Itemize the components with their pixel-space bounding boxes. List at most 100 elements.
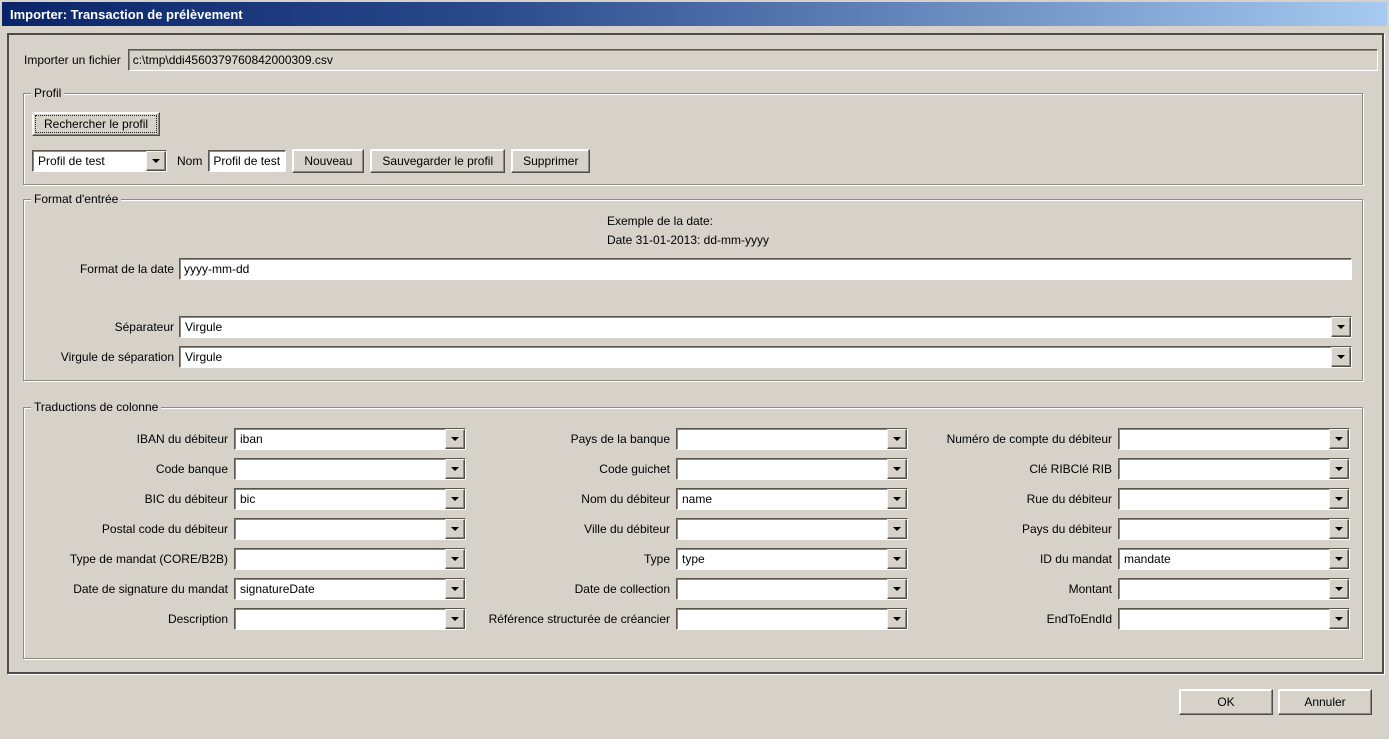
chevron-down-icon[interactable] xyxy=(445,519,465,539)
chevron-down-icon[interactable] xyxy=(1331,317,1351,337)
column-translations-groupbox: Traductions de colonne IBAN du débiteur … xyxy=(23,407,1363,659)
column-translation-select[interactable] xyxy=(1118,428,1350,450)
column-translation-label: Référence structurée de créancier xyxy=(470,612,676,626)
column-translation-select-value: iban xyxy=(235,429,465,447)
column-translation-row: Date de collection xyxy=(470,574,912,604)
chevron-down-icon[interactable] xyxy=(887,429,907,449)
column-translation-label: Clé RIBClé RIB xyxy=(912,462,1118,476)
column-translation-row: Nom du débiteur name xyxy=(470,484,912,514)
ok-button[interactable]: OK xyxy=(1179,689,1273,715)
column-translation-select[interactable] xyxy=(234,548,466,570)
chevron-down-icon[interactable] xyxy=(887,549,907,569)
chevron-down-icon[interactable] xyxy=(1329,429,1349,449)
column-translation-select[interactable] xyxy=(1118,518,1350,540)
column-translation-select[interactable] xyxy=(676,578,908,600)
chevron-down-icon[interactable] xyxy=(445,549,465,569)
chevron-down-icon[interactable] xyxy=(1331,347,1351,367)
chevron-down-icon[interactable] xyxy=(445,459,465,479)
cancel-button[interactable]: Annuler xyxy=(1278,689,1372,715)
chevron-down-icon[interactable] xyxy=(887,519,907,539)
column-translation-row: Rue du débiteur xyxy=(912,484,1354,514)
column-translation-label: Type de mandat (CORE/B2B) xyxy=(28,552,234,566)
profile-name-input[interactable] xyxy=(208,150,286,172)
chevron-down-icon[interactable] xyxy=(1329,609,1349,629)
chevron-down-icon[interactable] xyxy=(887,459,907,479)
chevron-down-icon[interactable] xyxy=(887,489,907,509)
column-translation-select[interactable] xyxy=(676,428,908,450)
comma-separator-label: Virgule de séparation xyxy=(24,350,179,364)
import-file-row: Importer un fichier xyxy=(24,49,1378,71)
search-profile-button[interactable]: Rechercher le profil xyxy=(32,112,160,136)
column-translation-row: Code banque xyxy=(28,454,470,484)
column-translation-select[interactable] xyxy=(234,518,466,540)
column-translation-select[interactable]: signatureDate xyxy=(234,578,466,600)
column-translation-select[interactable] xyxy=(1118,458,1350,480)
delete-profile-button[interactable]: Supprimer xyxy=(511,149,590,173)
chevron-down-icon[interactable] xyxy=(1329,489,1349,509)
column-translation-label: Code banque xyxy=(28,462,234,476)
column-translations-grid: IBAN du débiteur iban Pays de la banque … xyxy=(28,424,1354,634)
column-translation-label: Ville du débiteur xyxy=(470,522,676,536)
column-translation-select[interactable]: bic xyxy=(234,488,466,510)
column-translation-select[interactable] xyxy=(234,458,466,480)
column-translation-select-value: signatureDate xyxy=(235,579,465,597)
new-profile-button[interactable]: Nouveau xyxy=(292,149,364,173)
separator-select-value: Virgule xyxy=(180,317,1351,335)
comma-separator-select-value: Virgule xyxy=(180,347,1351,365)
column-translation-select[interactable] xyxy=(234,608,466,630)
column-translation-select[interactable]: mandate xyxy=(1118,548,1350,570)
column-translation-label: Date de collection xyxy=(470,582,676,596)
comma-separator-select[interactable]: Virgule xyxy=(179,346,1352,368)
column-translation-select[interactable] xyxy=(676,518,908,540)
import-file-input[interactable] xyxy=(128,49,1378,71)
chevron-down-icon[interactable] xyxy=(146,151,166,171)
save-profile-button[interactable]: Sauvegarder le profil xyxy=(370,149,505,173)
column-translation-label: Code guichet xyxy=(470,462,676,476)
separator-select[interactable]: Virgule xyxy=(179,316,1352,338)
chevron-down-icon[interactable] xyxy=(1329,579,1349,599)
chevron-down-icon[interactable] xyxy=(1329,519,1349,539)
chevron-down-icon[interactable] xyxy=(887,579,907,599)
column-translation-label: BIC du débiteur xyxy=(28,492,234,506)
column-translation-row: Pays du débiteur xyxy=(912,514,1354,544)
profile-select[interactable]: Profil de test xyxy=(32,150,167,172)
column-translation-row: EndToEndId xyxy=(912,604,1354,634)
column-translation-row: BIC du débiteur bic xyxy=(28,484,470,514)
column-translation-select-value xyxy=(677,609,907,612)
column-translation-row: IBAN du débiteur iban xyxy=(28,424,470,454)
column-translation-select[interactable]: iban xyxy=(234,428,466,450)
chevron-down-icon[interactable] xyxy=(1329,549,1349,569)
chevron-down-icon[interactable] xyxy=(445,579,465,599)
column-translation-row: Code guichet xyxy=(470,454,912,484)
chevron-down-icon[interactable] xyxy=(445,609,465,629)
column-translation-label: ID du mandat xyxy=(912,552,1118,566)
column-translation-select[interactable] xyxy=(1118,608,1350,630)
column-translation-select[interactable]: name xyxy=(676,488,908,510)
date-format-input[interactable] xyxy=(179,258,1352,280)
input-format-groupbox-title: Format d'entrée xyxy=(31,192,121,206)
profil-groupbox: Profil Rechercher le profil Profil de te… xyxy=(23,93,1363,185)
chevron-down-icon[interactable] xyxy=(445,429,465,449)
chevron-down-icon[interactable] xyxy=(445,489,465,509)
column-translation-select-value: bic xyxy=(235,489,465,507)
column-translation-row: Clé RIBClé RIB xyxy=(912,454,1354,484)
column-translation-row: Référence structurée de créancier xyxy=(470,604,912,634)
column-translation-select[interactable]: type xyxy=(676,548,908,570)
column-translation-select-value xyxy=(235,549,465,552)
column-translation-label: Type xyxy=(470,552,676,566)
column-translation-label: Pays du débiteur xyxy=(912,522,1118,536)
column-translation-select[interactable] xyxy=(1118,578,1350,600)
chevron-down-icon[interactable] xyxy=(1329,459,1349,479)
column-translation-select-value xyxy=(1119,579,1349,582)
column-translation-select[interactable] xyxy=(676,458,908,480)
column-translation-select-value: mandate xyxy=(1119,549,1349,567)
column-translation-label: Postal code du débiteur xyxy=(28,522,234,536)
date-format-label: Format de la date xyxy=(24,262,179,276)
window-titlebar: Importer: Transaction de prélèvement xyxy=(2,2,1387,26)
date-example-line1: Exemple de la date: xyxy=(607,212,769,231)
dialog-body: Importer un fichier Profil Rechercher le… xyxy=(7,33,1384,674)
column-translation-select[interactable] xyxy=(676,608,908,630)
column-translation-select[interactable] xyxy=(1118,488,1350,510)
chevron-down-icon[interactable] xyxy=(887,609,907,629)
column-translation-select-value xyxy=(1119,489,1349,492)
